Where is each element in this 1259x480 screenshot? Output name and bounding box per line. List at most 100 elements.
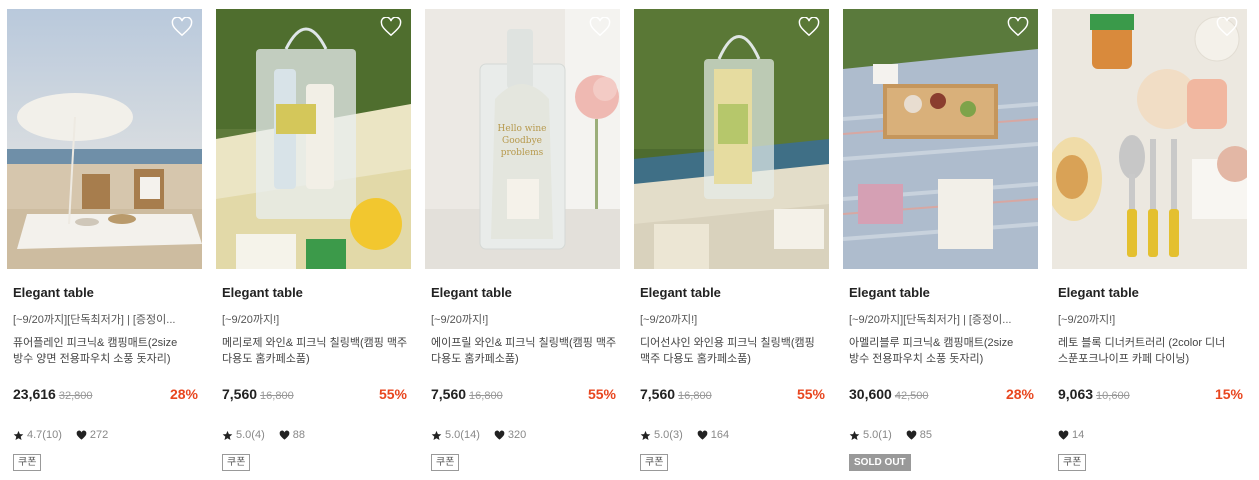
sale-price: 7,560 [640,386,676,402]
heart-icon [1058,430,1069,441]
likes-group: 14 [1058,429,1084,441]
price-row: 9,063 10,600 15% [1058,386,1243,406]
product-name[interactable]: 에이프릴 와인& 피크닉 칠링백(캠핑 맥주 다용도 홈카페소품) [431,335,617,367]
coupon-badge: 쿠폰 [431,454,460,471]
star-icon [13,430,24,441]
product-name[interactable]: 디어선샤인 와인용 피크닉 칠링백(캠핑 맥주 다용도 홈카페소품) [640,335,826,367]
likes-count: 320 [507,429,527,441]
product-grid: Elegant table [~9/20까지][단독최저가] | [증정이...… [0,0,1259,480]
sale-price: 23,616 [13,386,56,402]
original-price: 16,800 [260,390,294,402]
product-subtitle: [~9/20까지][단독최저가] | [증정이... [13,314,176,326]
brand-name[interactable]: Elegant table [849,285,930,300]
discount-rate: 55% [587,386,616,402]
product-meta: 4.7(10) 272 [13,429,122,441]
rating-group: 5.0(3) [640,429,683,441]
brand-name[interactable]: Elegant table [640,285,721,300]
svg-text:Goodbye: Goodbye [502,136,542,146]
sale-price: 30,600 [849,386,892,402]
rating-value: 4.7(10) [27,429,62,441]
likes-count: 85 [919,429,932,441]
product-meta: 5.0(3) 164 [640,429,743,441]
likes-count: 14 [1072,429,1085,441]
original-price: 32,800 [58,390,93,402]
discount-rate: 28% [1005,386,1034,402]
likes-group: 272 [76,429,108,441]
original-price: 16,800 [678,390,712,402]
heart-icon [697,430,708,441]
heart-icon [906,430,917,441]
discount-rate: 55% [378,386,407,402]
brand-name[interactable]: Elegant table [431,285,512,300]
price-row: 30,600 42,500 28% [849,386,1034,406]
likes-count: 272 [89,429,109,441]
product-image[interactable] [634,9,829,269]
price-row: 23,616 32,800 28% [13,386,198,406]
product-subtitle: [~9/20까지][단독최저가] | [증정이... [849,314,1012,326]
product-card[interactable]: Elegant table [~9/20까지][단독최저가] | [증정이...… [7,9,202,471]
likes-group: 320 [494,429,526,441]
sale-price: 7,560 [222,386,258,402]
product-card[interactable]: Elegant table [~9/20까지!] 메리로제 와인& 피크닉 칠링… [216,9,411,471]
star-icon [222,430,233,441]
likes-count: 88 [292,429,305,441]
rating-group: 5.0(4) [222,429,265,441]
product-card[interactable]: Elegant table [~9/20까지!] 레토 블록 디너커트러리 (2… [1052,9,1247,471]
soldout-badge: SOLD OUT [849,454,911,471]
rating-group: 4.7(10) [13,429,62,441]
svg-text:problems: problems [501,148,544,158]
likes-group: 85 [906,429,932,441]
product-name[interactable]: 아멜리블루 피크닉& 캠핑매트(2size 방수 전용파우치 소풍 돗자리) [849,335,1035,367]
wishlist-heart-icon[interactable] [798,17,820,37]
star-icon [431,430,442,441]
price-row: 7,560 16,800 55% [222,386,407,406]
wishlist-heart-icon[interactable] [1007,17,1029,37]
wishlist-heart-icon[interactable] [589,17,611,37]
sale-price: 9,063 [1058,386,1094,402]
product-name[interactable]: 메리로제 와인& 피크닉 칠링백(캠핑 맥주 다용도 홈카페소품) [222,335,408,367]
product-image[interactable] [7,9,202,269]
wishlist-heart-icon[interactable] [380,17,402,37]
product-subtitle: [~9/20까지!] [431,314,489,326]
product-card[interactable]: Hello wine Goodbye problems Elegant tabl… [425,9,620,471]
product-image[interactable] [843,9,1038,269]
star-icon [849,430,860,441]
product-meta: 5.0(14) 320 [431,429,540,441]
product-image[interactable] [1052,9,1247,269]
original-price: 10,600 [1096,390,1130,402]
coupon-badge: 쿠폰 [13,454,42,471]
product-name[interactable]: 퓨어플레인 피크닉& 캠핑매트(2size 방수 양면 전용파우치 소풍 돗자리… [13,335,199,367]
rating-value: 5.0(4) [236,429,265,441]
rating-value: 5.0(14) [445,429,480,441]
rating-group: 5.0(14) [431,429,480,441]
product-image[interactable]: Hello wine Goodbye problems [425,9,620,269]
wishlist-heart-icon[interactable] [1216,17,1238,37]
price-row: 7,560 16,800 55% [640,386,825,406]
brand-name[interactable]: Elegant table [13,285,94,300]
coupon-badge: 쿠폰 [640,454,669,471]
discount-rate: 28% [169,386,198,402]
product-card[interactable]: Elegant table [~9/20까지][단독최저가] | [증정이...… [843,9,1038,471]
product-image[interactable] [216,9,411,269]
product-subtitle: [~9/20까지!] [222,314,280,326]
wishlist-heart-icon[interactable] [171,17,193,37]
coupon-badge: 쿠폰 [1058,454,1087,471]
heart-icon [494,430,505,441]
discount-rate: 55% [796,386,825,402]
rating-value: 5.0(3) [654,429,683,441]
rating-group: 5.0(1) [849,429,892,441]
product-subtitle: [~9/20까지!] [640,314,698,326]
heart-icon [279,430,290,441]
brand-name[interactable]: Elegant table [222,285,303,300]
likes-group: 88 [279,429,305,441]
rating-value: 5.0(1) [863,429,892,441]
product-name[interactable]: 레토 블록 디너커트러리 (2color 디너 스푼포크나이프 카페 다이닝) [1058,335,1244,367]
original-price: 16,800 [469,390,503,402]
product-meta: 5.0(1) 85 [849,429,946,441]
discount-rate: 15% [1214,386,1243,402]
likes-count: 164 [710,429,730,441]
product-card[interactable]: Elegant table [~9/20까지!] 디어선샤인 와인용 피크닉 칠… [634,9,829,471]
brand-name[interactable]: Elegant table [1058,285,1139,300]
likes-group: 164 [697,429,729,441]
heart-icon [76,430,87,441]
